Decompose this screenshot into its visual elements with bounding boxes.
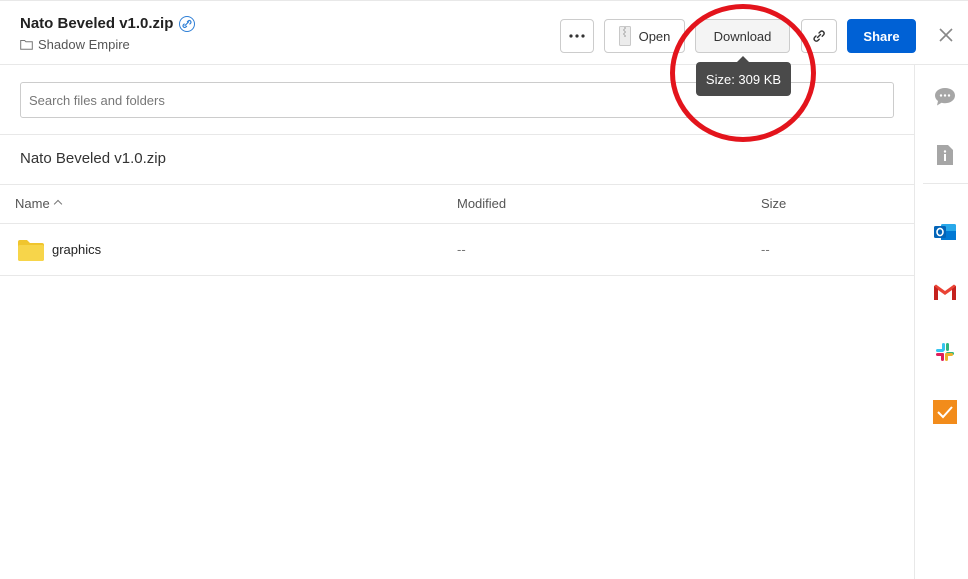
- row-size: --: [761, 242, 770, 257]
- gmail-icon[interactable]: [933, 280, 957, 304]
- open-button[interactable]: Open: [604, 19, 685, 53]
- more-options-button[interactable]: [560, 19, 594, 53]
- comments-icon[interactable]: [933, 85, 957, 109]
- share-button[interactable]: Share: [847, 19, 916, 53]
- outlook-icon[interactable]: [933, 220, 957, 244]
- file-info-icon[interactable]: [933, 143, 957, 167]
- row-name[interactable]: graphics: [52, 242, 101, 257]
- ellipsis-icon: [569, 34, 585, 38]
- column-header-name[interactable]: Name: [15, 196, 62, 211]
- folder-icon: [18, 240, 44, 261]
- parent-folder-link[interactable]: Shadow Empire: [38, 37, 130, 52]
- download-button[interactable]: Download: [695, 19, 790, 53]
- file-preview-window: Nato Beveled v1.0.zip Shadow Empire Open…: [0, 0, 968, 579]
- right-sidebar: [914, 65, 968, 579]
- header-bar: Nato Beveled v1.0.zip Shadow Empire Open…: [0, 0, 968, 65]
- table-row[interactable]: graphics -- --: [0, 224, 914, 276]
- copy-link-button[interactable]: [801, 19, 837, 53]
- file-title: Nato Beveled v1.0.zip: [20, 15, 174, 32]
- row-modified: --: [457, 242, 466, 257]
- title-row: Nato Beveled v1.0.zip: [20, 15, 196, 32]
- divider: [0, 184, 914, 185]
- archive-path-label: Nato Beveled v1.0.zip: [20, 150, 166, 167]
- download-size-tooltip: Size: 309 KB: [696, 56, 791, 96]
- tasks-icon[interactable]: [933, 400, 957, 424]
- column-header-size[interactable]: Size: [761, 196, 786, 211]
- link-icon: [813, 30, 825, 42]
- open-label: Open: [638, 28, 671, 44]
- zip-file-icon: [618, 26, 631, 46]
- column-header-modified[interactable]: Modified: [457, 196, 506, 211]
- divider: [0, 134, 914, 135]
- folder-outline-icon: [20, 40, 33, 50]
- slack-icon[interactable]: [933, 340, 957, 364]
- breadcrumb[interactable]: Shadow Empire: [20, 37, 130, 52]
- sort-ascending-icon: [53, 199, 62, 209]
- close-icon[interactable]: [936, 25, 956, 45]
- column-name-label: Name: [15, 196, 50, 211]
- sidebar-divider: [923, 183, 968, 184]
- shared-link-icon[interactable]: [179, 15, 196, 32]
